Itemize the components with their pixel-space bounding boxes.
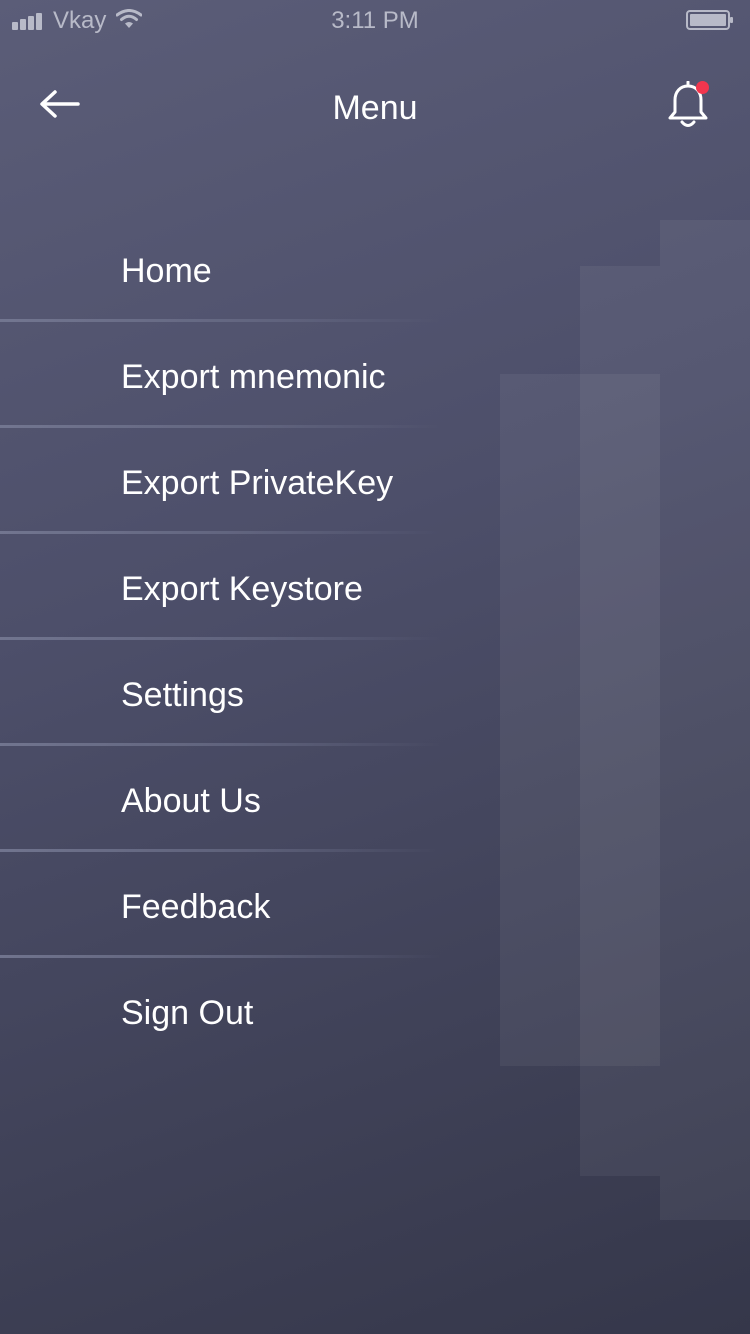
menu-item-export-privatekey[interactable]: Export PrivateKey xyxy=(0,428,500,534)
menu-item-label: Export PrivateKey xyxy=(121,464,394,502)
menu-item-export-keystore[interactable]: Export Keystore xyxy=(0,534,500,640)
page-title: Menu xyxy=(332,89,418,127)
menu-item-label: Home xyxy=(121,252,212,290)
status-bar: Vkay 3:11 PM xyxy=(0,0,750,40)
header: Menu xyxy=(0,60,750,156)
menu-item-sign-out[interactable]: Sign Out xyxy=(0,958,500,1064)
menu-item-label: Export mnemonic xyxy=(121,358,386,396)
menu-item-home[interactable]: Home xyxy=(0,216,500,322)
battery-icon xyxy=(686,10,733,30)
menu-item-settings[interactable]: Settings xyxy=(0,640,500,746)
decorative-panel xyxy=(580,266,660,1176)
decorative-panel xyxy=(660,220,750,1220)
menu-item-feedback[interactable]: Feedback xyxy=(0,852,500,958)
menu-list: Home Export mnemonic Export PrivateKey E… xyxy=(0,216,500,1064)
menu-item-label: Sign Out xyxy=(121,994,254,1032)
menu-item-export-mnemonic[interactable]: Export mnemonic xyxy=(0,322,500,428)
status-time: 3:11 PM xyxy=(331,7,419,34)
menu-item-label: Export Keystore xyxy=(121,570,363,608)
menu-item-label: Settings xyxy=(121,676,244,714)
menu-item-label: Feedback xyxy=(121,888,271,926)
menu-item-about-us[interactable]: About Us xyxy=(0,746,500,852)
notification-button[interactable] xyxy=(656,76,720,136)
notification-badge xyxy=(696,81,709,94)
menu-item-label: About Us xyxy=(121,782,261,820)
